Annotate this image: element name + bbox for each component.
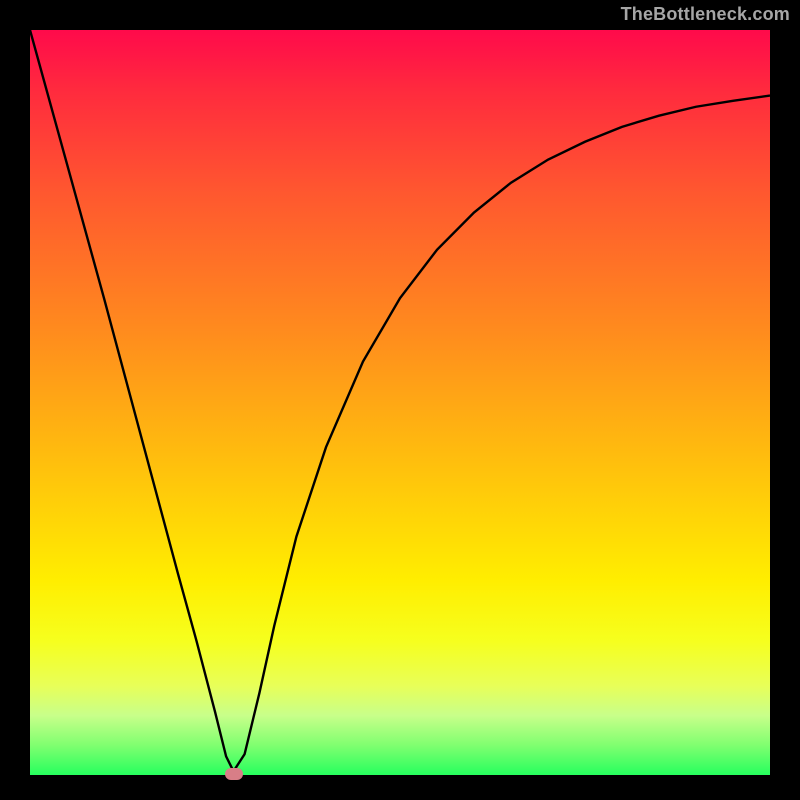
chart-container: TheBottleneck.com [0, 0, 800, 800]
optimal-marker [225, 768, 243, 780]
attribution-text: TheBottleneck.com [621, 4, 790, 25]
plot-area [30, 30, 770, 775]
bottleneck-curve [30, 30, 770, 775]
